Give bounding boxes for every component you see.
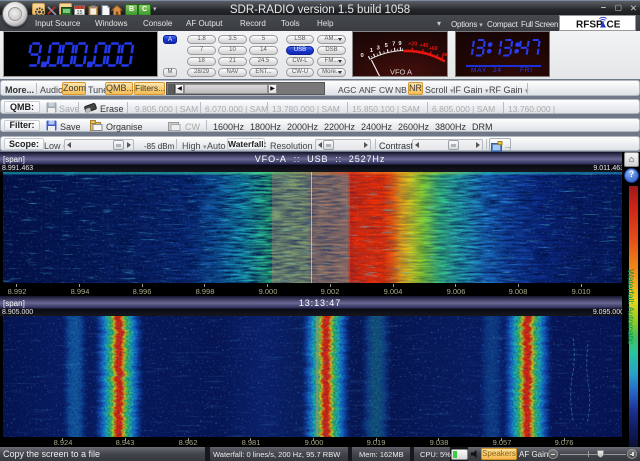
svg-text:9: 9 (398, 41, 402, 47)
svg-text:1: 1 (370, 48, 374, 54)
svg-text:RFSP: RFSP (576, 20, 603, 31)
svg-text:VFO A: VFO A (390, 68, 412, 77)
svg-text:+20: +20 (408, 42, 417, 48)
svg-text:5: 5 (385, 43, 389, 49)
svg-text:+40: +40 (420, 43, 429, 49)
svg-text:7: 7 (392, 42, 395, 48)
svg-text:0: 0 (360, 53, 363, 59)
svg-text:dB: dB (442, 52, 447, 58)
svg-text:3: 3 (377, 46, 381, 52)
svg-text:+60: +60 (429, 46, 438, 52)
svg-text:CE: CE (607, 20, 621, 31)
